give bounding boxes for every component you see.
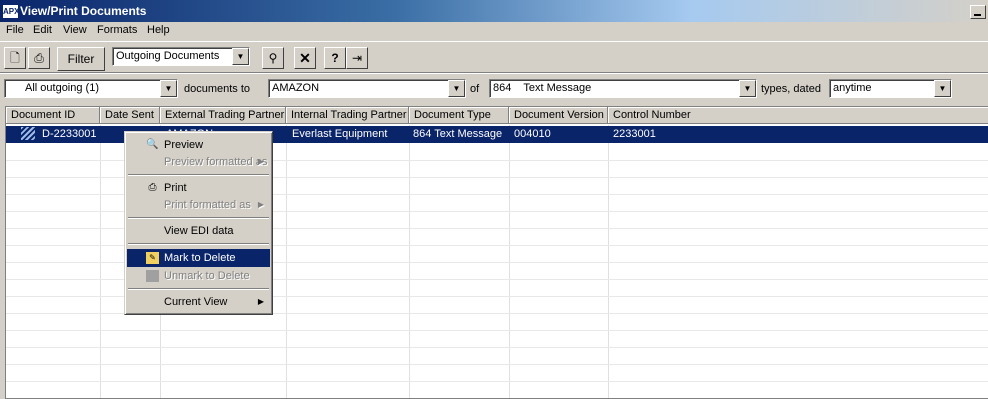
menu-edit[interactable]: Edit xyxy=(33,24,52,36)
filter-bar: All outgoing (1) ▼ documents to AMAZON ▼… xyxy=(0,73,988,102)
menu-item-print[interactable]: ⎙ Print xyxy=(127,179,270,197)
type-select[interactable]: 864 Text Message ▼ xyxy=(489,79,757,98)
date-select[interactable]: anytime ▼ xyxy=(829,79,952,98)
print-icon: ⎙ xyxy=(34,51,44,65)
chevron-down-icon: ▼ xyxy=(739,80,756,97)
help-button[interactable]: ? xyxy=(324,47,346,69)
menu-bar: File Edit View Formats Help xyxy=(0,22,988,40)
column-header-date-sent[interactable]: Date Sent xyxy=(100,107,160,124)
find-icon: ⚲ xyxy=(268,51,278,65)
column-header-document-version[interactable]: Document Version xyxy=(509,107,608,124)
cell-document-id: D-2233001 xyxy=(42,128,97,140)
row-divider xyxy=(6,330,988,331)
column-header-document-type[interactable]: Document Type xyxy=(409,107,509,124)
of-label: of xyxy=(470,83,480,95)
app-icon: APX xyxy=(2,4,19,19)
chevron-down-icon: ▼ xyxy=(232,48,249,65)
menu-separator xyxy=(128,243,269,245)
column-header-control-number[interactable]: Control Number xyxy=(608,107,988,124)
submenu-arrow-icon: ▶ xyxy=(257,200,264,209)
unmark-delete-icon xyxy=(146,270,159,282)
menu-help[interactable]: Help xyxy=(147,24,170,36)
exit-button[interactable]: ⇥ xyxy=(346,47,368,69)
context-menu: 🔍 Preview Preview formatted as ▶ ⎙ Print… xyxy=(124,131,273,315)
partner-select[interactable]: AMAZON ▼ xyxy=(268,79,466,98)
column-header-document-id[interactable]: Document ID xyxy=(6,107,100,124)
row-divider xyxy=(6,347,988,348)
filter-button[interactable]: Filter xyxy=(57,47,105,71)
menu-item-view-edi[interactable]: View EDI data xyxy=(127,222,270,240)
menu-item-current-view[interactable]: Current View ▶ xyxy=(127,293,270,311)
document-icon xyxy=(21,127,35,140)
column-header-internal-partner[interactable]: Internal Trading Partner xyxy=(286,107,409,124)
menu-item-mark-delete[interactable]: ✎ Mark to Delete xyxy=(127,249,270,267)
exit-icon: ⇥ xyxy=(351,51,363,65)
delete-icon: ✕ xyxy=(299,50,311,66)
window-title: View/Print Documents xyxy=(20,4,147,18)
status-select[interactable]: All outgoing (1) ▼ xyxy=(4,79,178,98)
preview-icon: 🗋 xyxy=(10,51,20,65)
menu-item-preview[interactable]: 🔍 Preview xyxy=(127,136,270,154)
delete-button[interactable]: ✕ xyxy=(294,47,316,69)
menu-separator xyxy=(128,174,269,176)
types-dated-label: types, dated xyxy=(761,83,821,95)
mark-delete-icon: ✎ xyxy=(146,252,159,264)
minimize-icon xyxy=(974,14,981,16)
cell-document-type: 864 Text Message xyxy=(413,128,503,140)
menu-item-preview-formatted[interactable]: Preview formatted as ▶ xyxy=(127,153,270,171)
title-bar: APX View/Print Documents xyxy=(0,0,988,22)
row-divider xyxy=(6,364,988,365)
chevron-down-icon: ▼ xyxy=(160,80,177,97)
column-header-external-partner[interactable]: External Trading Partner xyxy=(160,107,286,124)
cell-control-number: 2233001 xyxy=(613,128,656,140)
find-button[interactable]: ⚲ xyxy=(262,47,284,69)
submenu-arrow-icon: ▶ xyxy=(257,297,264,306)
menu-item-unmark-delete[interactable]: Unmark to Delete xyxy=(127,267,270,285)
cell-document-version: 004010 xyxy=(514,128,551,140)
preview-icon: 🔍 xyxy=(146,139,159,150)
print-button[interactable]: ⎙ xyxy=(28,47,50,69)
menu-view[interactable]: View xyxy=(63,24,87,36)
toolbar: 🗋 ⎙ Filter Outgoing Documents ▼ ⚲ ✕ ? ⇥ xyxy=(0,41,988,73)
chevron-down-icon: ▼ xyxy=(934,80,951,97)
cell-internal-partner: Everlast Equipment xyxy=(292,128,388,140)
view-select[interactable]: Outgoing Documents ▼ xyxy=(112,47,250,66)
menu-file[interactable]: File xyxy=(6,24,24,36)
menu-separator xyxy=(128,217,269,219)
row-divider xyxy=(6,381,988,382)
documents-to-label: documents to xyxy=(184,83,251,95)
menu-separator xyxy=(128,288,269,290)
minimize-button[interactable] xyxy=(970,5,986,19)
submenu-arrow-icon: ▶ xyxy=(257,157,264,166)
preview-button[interactable]: 🗋 xyxy=(4,47,26,69)
menu-formats[interactable]: Formats xyxy=(97,24,137,36)
help-icon: ? xyxy=(331,51,339,65)
menu-item-print-formatted[interactable]: Print formatted as ▶ xyxy=(127,196,270,214)
chevron-down-icon: ▼ xyxy=(448,80,465,97)
print-icon: ⎙ xyxy=(148,182,157,193)
